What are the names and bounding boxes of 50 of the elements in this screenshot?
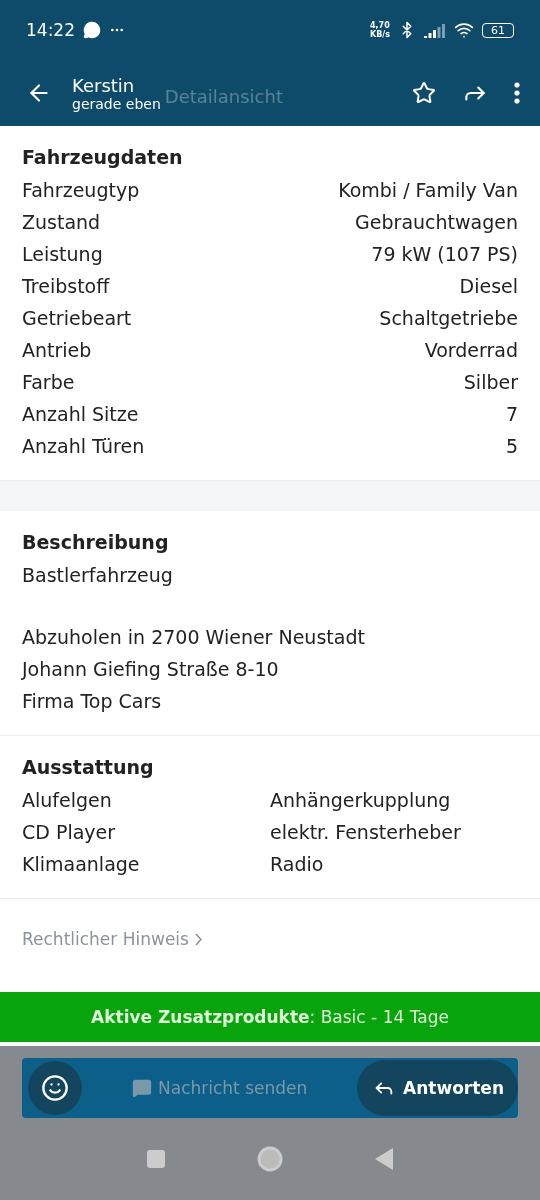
signal-icon (424, 22, 446, 38)
spec-value: Diesel (459, 274, 518, 299)
spec-label: Antrieb (22, 338, 92, 363)
contact-name: Kerstin (72, 74, 136, 96)
spec-label: Anzahl Sitze (22, 402, 139, 427)
status-time: 14:22 (26, 20, 75, 40)
spec-label: Anzahl Türen (22, 434, 145, 459)
spec-label: Getriebeart (22, 306, 132, 331)
spec-value: Schaltgetriebe (379, 306, 518, 331)
section-title: Beschreibung (22, 530, 170, 555)
reply-button[interactable]: Antworten (357, 1060, 518, 1116)
message-input[interactable]: Nachricht senden (152, 1077, 358, 1099)
description-line: Bastlerfahrzeug (22, 563, 173, 588)
battery-indicator: 61 (482, 22, 514, 38)
promo-banner: Aktive Zusatzprodukte: Basic - 14 Tage (0, 992, 540, 1042)
emoji-button[interactable] (28, 1061, 82, 1115)
spec-label: Farbe (22, 370, 75, 395)
chevron-right-icon (194, 932, 202, 946)
spec-value: Kombi / Family Van (338, 178, 518, 203)
spec-value: 79 kW (107 PS) (371, 242, 518, 267)
last-seen: gerade eben (72, 95, 161, 112)
star-icon (412, 81, 436, 105)
wifi-icon (454, 20, 474, 40)
equipment-item: Alufelgen (22, 788, 113, 813)
equipment-item: CD Player (22, 820, 117, 845)
equipment-item: Radio (270, 852, 325, 877)
page-title: Detailansicht (164, 85, 283, 107)
equipment-item: Anhängerkupplung (270, 788, 452, 813)
message-icon (132, 1078, 152, 1098)
description-line: Johann Giefing Straße 8-10 (22, 657, 279, 682)
equipment-item: Klimaanlage (22, 852, 141, 877)
spec-value: 5 (505, 434, 518, 459)
spec-label: Fahrzeugtyp (22, 178, 140, 203)
smiley-icon (41, 1074, 69, 1102)
section-title: Fahrzeugdaten (22, 145, 184, 170)
spec-value: Vorderrad (424, 338, 518, 363)
spec-label: Treibstoff (22, 274, 110, 299)
messenger-icon (83, 21, 101, 39)
more-icon (514, 82, 520, 104)
message-composer[interactable]: Nachricht senden Antworten (22, 1058, 518, 1118)
section-title: Ausstattung (22, 755, 155, 780)
spec-value: 7 (505, 402, 518, 427)
network-speed: 4,70 KB/s (370, 21, 390, 39)
description-line: Firma Top Cars (22, 689, 162, 714)
spec-value: Gebrauchtwagen (355, 210, 518, 235)
spec-label: Leistung (22, 242, 103, 267)
spec-label: Zustand (22, 210, 101, 235)
spec-value: Silber (463, 370, 518, 395)
description-line: Abzuholen in 2700 Wiener Neustadt (22, 625, 365, 650)
equipment-item: elektr. Fensterheber (270, 820, 462, 845)
